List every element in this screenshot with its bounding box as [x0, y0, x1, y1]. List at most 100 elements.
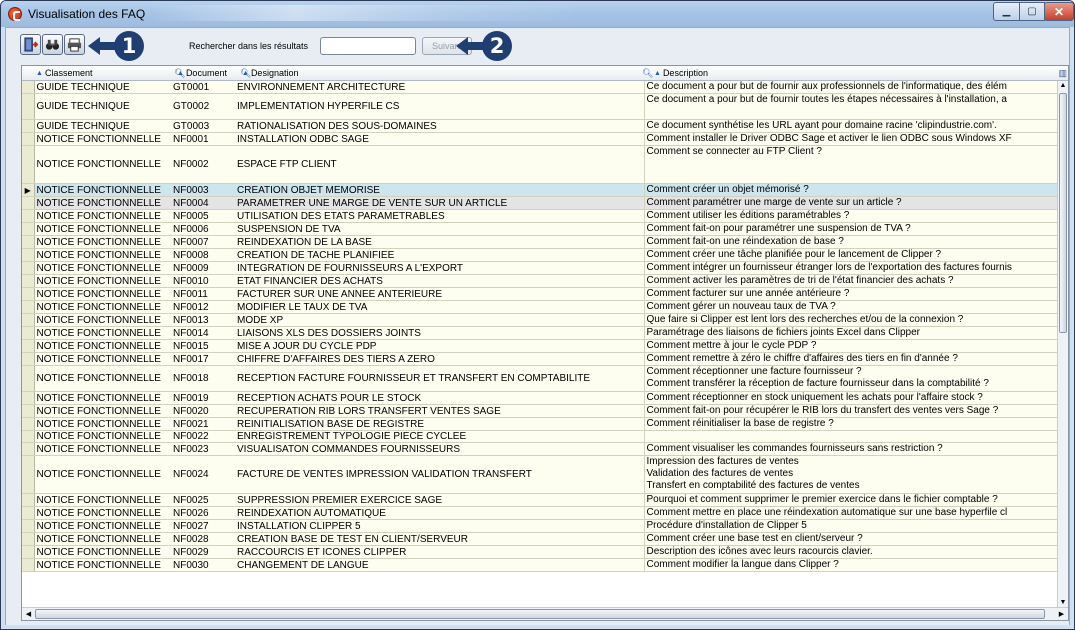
cell-designation: IMPLEMENTATION HYPERFILE CS [235, 93, 645, 120]
table-row[interactable]: NOTICE FONCTIONNELLE NF0013 MODE XP Que fai… [22, 313, 1059, 327]
table-row[interactable]: NOTICE FONCTIONNELLE NF0019 RECEPTION ACHA… [22, 391, 1059, 405]
row-indicator[interactable] [22, 209, 35, 223]
scroll-thumb[interactable] [1059, 93, 1067, 333]
cell-document: GT0002 [171, 93, 235, 120]
row-indicator[interactable] [22, 326, 35, 340]
table-row[interactable]: NOTICE FONCTIONNELLE NF0011 FACTURER SUR U… [22, 287, 1059, 301]
table-row[interactable]: NOTICE FONCTIONNELLE NF0015 MISE A JOUR DU… [22, 339, 1059, 353]
table-row[interactable]: NOTICE FONCTIONNELLE NF0006 SUSPENSION DE … [22, 222, 1059, 236]
row-indicator[interactable] [22, 300, 35, 314]
row-indicator[interactable] [22, 339, 35, 353]
table-row[interactable]: NOTICE FONCTIONNELLE NF0021 REINITIALISATI… [22, 417, 1059, 431]
scroll-right-icon[interactable]: ▶ [1056, 609, 1067, 620]
row-indicator[interactable] [22, 558, 35, 572]
table-row[interactable]: NOTICE FONCTIONNELLE NF0023 VISUALISATON C… [22, 442, 1059, 456]
row-indicator[interactable] [22, 404, 35, 418]
vertical-scrollbar[interactable]: ▲ ▼ [1057, 81, 1068, 608]
cell-designation: FACTURE DE VENTES IMPRESSION VALIDATION … [235, 455, 645, 494]
close-button[interactable]: ✕ [1044, 2, 1074, 21]
table-row[interactable]: NOTICE FONCTIONNELLE NF0026 REINDEXATION A… [22, 506, 1059, 520]
row-indicator[interactable] [22, 196, 35, 210]
column-header-description[interactable]: ▲ Description [654, 66, 1044, 81]
search-label: Rechercher dans les résultats [189, 41, 309, 51]
table-row[interactable]: NOTICE FONCTIONNELLE NF0007 REINDEXATION D… [22, 235, 1059, 249]
table-row[interactable]: NOTICE FONCTIONNELLE NF0008 CREATION DE TA… [22, 248, 1059, 262]
print-button[interactable] [64, 34, 85, 55]
maximize-button[interactable]: ▢ [1019, 2, 1045, 21]
table-row[interactable]: NOTICE FONCTIONNELLE NF0004 PARAMETRER UNE… [22, 196, 1059, 210]
row-indicator[interactable] [22, 417, 35, 431]
row-indicator[interactable] [22, 93, 35, 120]
row-indicator[interactable] [22, 81, 35, 94]
table-row[interactable]: NOTICE FONCTIONNELLE NF0014 LIAISONS XLS D… [22, 326, 1059, 340]
row-indicator[interactable] [22, 493, 35, 507]
table-row[interactable]: NOTICE FONCTIONNELLE NF0017 CHIFFRE D'AFFA… [22, 352, 1059, 366]
search-icon[interactable]: 🔍︎ [642, 66, 653, 81]
description-line: Comment créer une tâche planifiée pour l… [646, 249, 942, 260]
table-row[interactable]: NOTICE FONCTIONNELLE NF0001 INSTALLATION O… [22, 132, 1059, 146]
table-row[interactable]: NOTICE FONCTIONNELLE NF0018 RECEPTION FACT… [22, 365, 1059, 392]
table-row[interactable]: NOTICE FONCTIONNELLE NF0030 CHANGEMENT DE … [22, 558, 1059, 572]
cell-classement: NOTICE FONCTIONNELLE [34, 493, 171, 507]
row-indicator[interactable] [22, 352, 35, 366]
row-indicator[interactable] [22, 519, 35, 533]
table-row[interactable]: NOTICE FONCTIONNELLE NF0024 FACTURE DE VEN… [22, 455, 1059, 494]
row-indicator[interactable]: ▶ [22, 183, 35, 197]
row-indicator[interactable] [22, 287, 35, 301]
cell-description [644, 430, 1059, 443]
row-indicator[interactable] [22, 235, 35, 249]
row-indicator[interactable] [22, 261, 35, 275]
exit-button[interactable] [20, 34, 41, 55]
table-row[interactable]: NOTICE FONCTIONNELLE NF0027 INSTALLATION C… [22, 519, 1059, 533]
table-row[interactable]: GUIDE TECHNIQUE GT0001 ENVIRONNEMENT ARCHI… [22, 81, 1059, 94]
scroll-left-icon[interactable]: ◀ [23, 609, 34, 620]
cell-description: Comment gérer un nouveau taux de TVA ? [644, 300, 1059, 314]
table-row[interactable]: NOTICE FONCTIONNELLE NF0005 UTILISATION DE… [22, 209, 1059, 223]
scroll-up-icon[interactable]: ▲ [1058, 81, 1068, 91]
row-indicator[interactable] [22, 365, 35, 392]
table-row[interactable]: ▶ NOTICE FONCTIONNELLE NF0003 CREATION OBJE… [22, 183, 1059, 197]
cell-description: Comment mettre en place une réindexation… [644, 506, 1059, 520]
column-header-designation[interactable]: ▲ Designation 🔍︎ [242, 66, 653, 81]
table-row[interactable]: NOTICE FONCTIONNELLE NF0022 ENREGISTREMENT… [22, 430, 1059, 443]
row-indicator[interactable] [22, 455, 35, 494]
table-row[interactable]: GUIDE TECHNIQUE GT0003 RATIONALISATION DES… [22, 119, 1059, 133]
column-settings-icon[interactable]: ▥ [1058, 68, 1067, 79]
table-row[interactable]: NOTICE FONCTIONNELLE NF0012 MODIFIER LE TA… [22, 300, 1059, 314]
table-row[interactable]: GUIDE TECHNIQUE GT0002 IMPLEMENTATION HYPE… [22, 93, 1059, 120]
title-bar[interactable]: Visualisation des FAQ ▁ ▢ ✕ [1, 1, 1074, 27]
table-row[interactable]: NOTICE FONCTIONNELLE NF0028 CREATION BASE … [22, 532, 1059, 546]
row-indicator[interactable] [22, 506, 35, 520]
search-input[interactable] [320, 37, 416, 55]
table-row[interactable]: NOTICE FONCTIONNELLE NF0009 INTEGRATION DE… [22, 261, 1059, 275]
table-row[interactable]: NOTICE FONCTIONNELLE NF0025 SUPPRESSION PR… [22, 493, 1059, 507]
row-indicator[interactable] [22, 119, 35, 133]
cell-description: Comment activer les paramètres de tri de… [644, 274, 1059, 288]
row-indicator[interactable] [22, 545, 35, 559]
minimize-button[interactable]: ▁ [993, 2, 1020, 21]
row-indicator[interactable] [22, 313, 35, 327]
table-row[interactable]: NOTICE FONCTIONNELLE NF0029 RACCOURCIS ET … [22, 545, 1059, 559]
row-indicator[interactable] [22, 391, 35, 405]
row-indicator[interactable] [22, 222, 35, 236]
row-indicator[interactable] [22, 248, 35, 262]
column-header-classement[interactable]: ▲ Classement 🔍︎ [36, 66, 185, 81]
find-button[interactable] [42, 34, 63, 55]
row-indicator[interactable] [22, 430, 35, 443]
row-indicator[interactable] [22, 532, 35, 546]
cell-document: NF0013 [171, 313, 235, 327]
horizontal-scrollbar[interactable]: ◀ ▶ [22, 607, 1068, 620]
row-indicator[interactable] [22, 274, 35, 288]
cell-designation: ENREGISTREMENT TYPOLOGIE PIECE CYCLEE [235, 430, 645, 443]
column-header-document[interactable]: ▲ Document 🔍︎ [177, 66, 251, 81]
cell-description: Paramétrage des liaisons de fichiers joi… [644, 326, 1059, 340]
cell-designation: LIAISONS XLS DES DOSSIERS JOINTS [235, 326, 645, 340]
cell-classement: NOTICE FONCTIONNELLE [34, 339, 171, 353]
table-row[interactable]: NOTICE FONCTIONNELLE NF0002 ESPACE FTP CLI… [22, 145, 1059, 184]
scroll-thumb-horizontal[interactable] [35, 609, 1045, 619]
table-row[interactable]: NOTICE FONCTIONNELLE NF0010 ETAT FINANCIER… [22, 274, 1059, 288]
row-indicator[interactable] [22, 132, 35, 146]
table-row[interactable]: NOTICE FONCTIONNELLE NF0020 RECUPERATION R… [22, 404, 1059, 418]
row-indicator[interactable] [22, 145, 35, 184]
row-indicator[interactable] [22, 442, 35, 456]
